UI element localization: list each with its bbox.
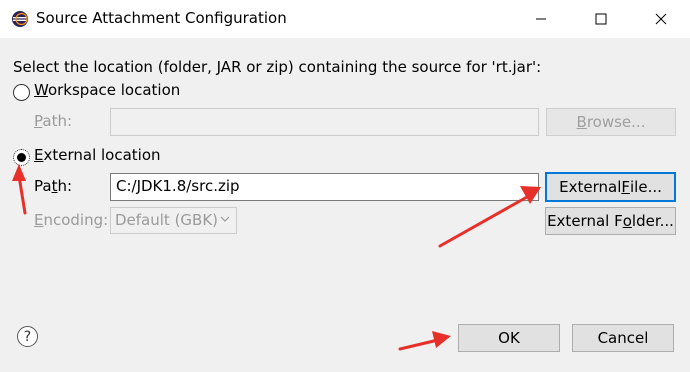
- minimize-button[interactable]: [518, 0, 564, 38]
- encoding-value: Default (GBK): [115, 211, 219, 229]
- close-button[interactable]: [638, 0, 684, 38]
- ok-button[interactable]: OK: [458, 324, 560, 352]
- chevron-down-icon: [220, 216, 230, 222]
- close-icon: [655, 13, 667, 25]
- help-icon[interactable]: ?: [17, 326, 38, 347]
- encoding-label: Encoding:: [34, 211, 109, 229]
- external-path-label: Path:: [34, 177, 73, 195]
- external-location-label[interactable]: External location: [34, 146, 161, 164]
- prompt-text: Select the location (folder, JAR or zip)…: [13, 58, 542, 76]
- external-file-button[interactable]: External File...: [545, 172, 676, 202]
- workspace-location-label[interactable]: Workspace location: [34, 81, 180, 99]
- encoding-select[interactable]: Default (GBK): [110, 207, 237, 234]
- browse-button[interactable]: Browse...: [546, 108, 676, 136]
- external-location-radio[interactable]: [13, 149, 30, 166]
- minimize-icon: [536, 18, 546, 20]
- window-title: Source Attachment Configuration: [36, 9, 287, 27]
- eclipse-icon: [12, 11, 28, 27]
- workspace-location-radio[interactable]: [13, 84, 30, 101]
- cancel-button[interactable]: Cancel: [572, 324, 674, 352]
- workspace-path-input[interactable]: [110, 108, 539, 136]
- workspace-path-label: Path:: [34, 112, 73, 130]
- external-folder-button[interactable]: External Fo lder...: [545, 207, 676, 235]
- external-path-input[interactable]: C:/JDK1.8/src.zip: [110, 173, 539, 201]
- maximize-icon: [595, 13, 607, 25]
- title-bar[interactable]: Source Attachment Configuration: [0, 0, 690, 38]
- maximize-button[interactable]: [578, 0, 624, 38]
